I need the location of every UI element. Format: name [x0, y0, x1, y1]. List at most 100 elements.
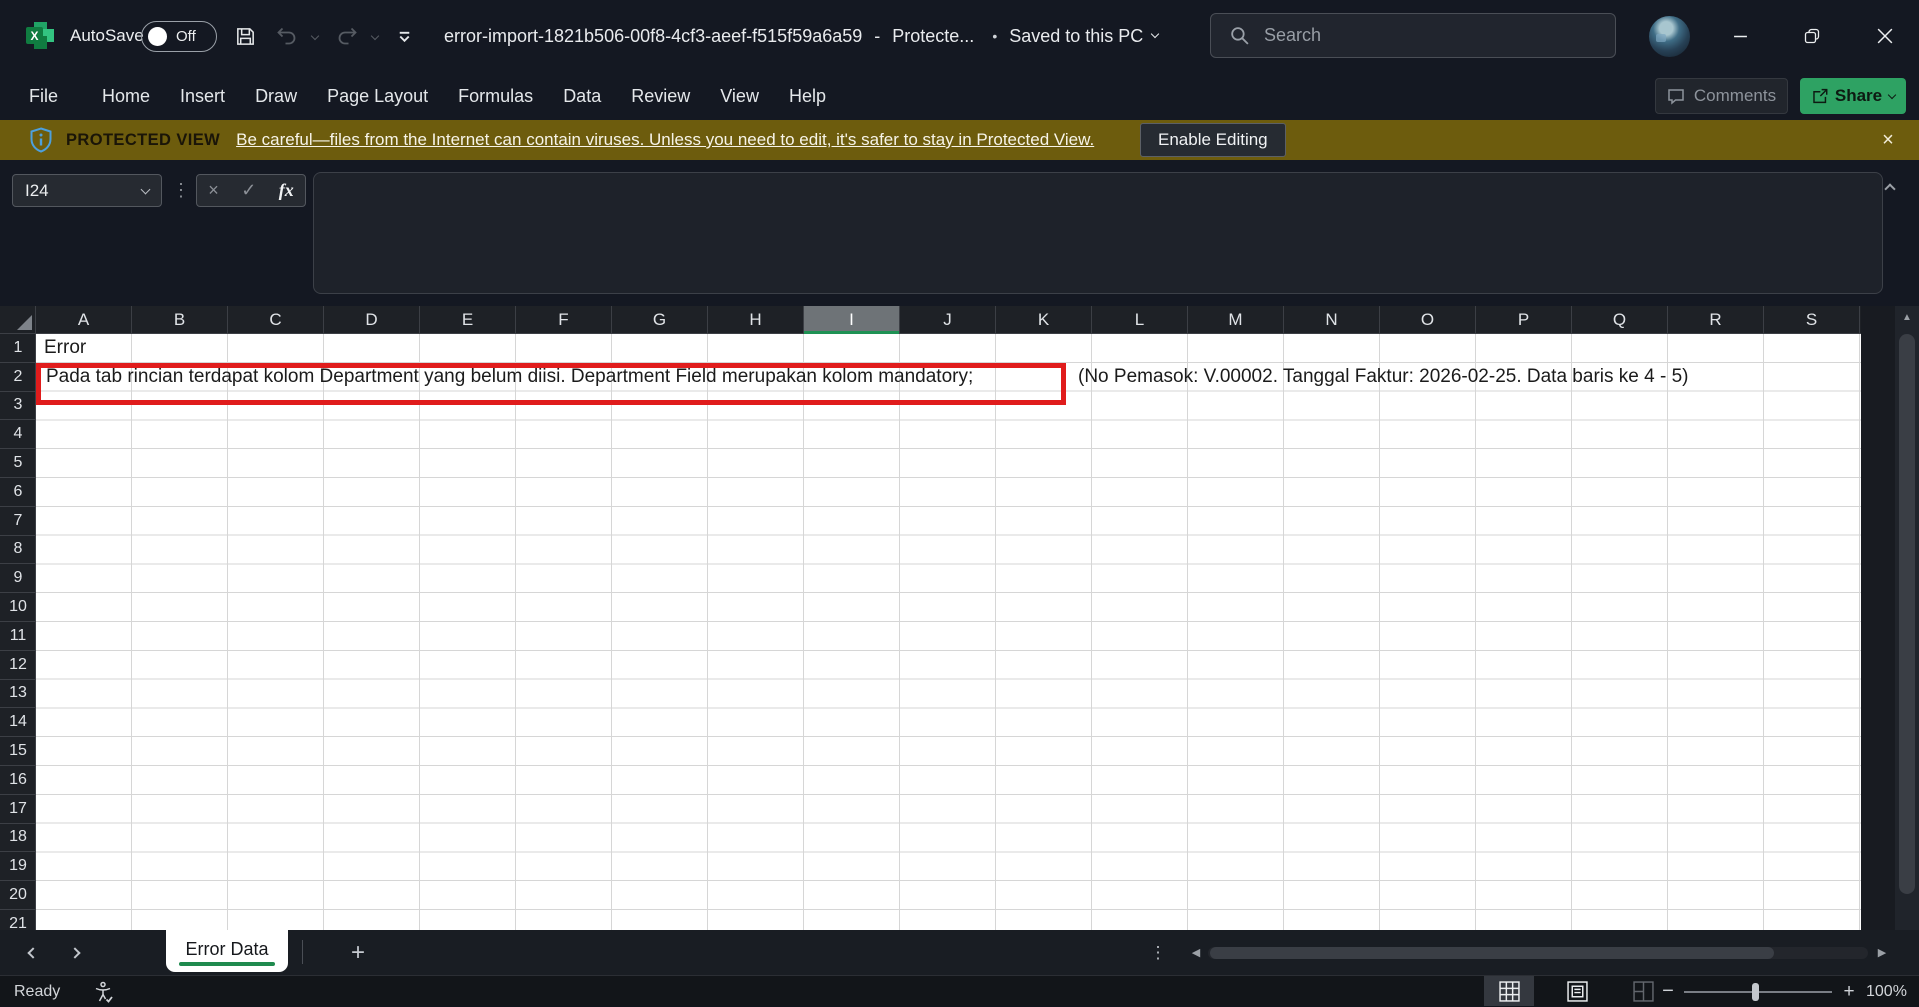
excel-logo-icon[interactable]: X — [26, 22, 54, 50]
normal-view-button[interactable] — [1484, 976, 1534, 1006]
row-header-2[interactable]: 2 — [0, 363, 36, 392]
zoom-level[interactable]: 100% — [1866, 976, 1907, 1007]
row-header-17[interactable]: 17 — [0, 795, 36, 824]
row-header-3[interactable]: 3 — [0, 392, 36, 421]
zoom-slider-thumb[interactable] — [1752, 983, 1759, 1001]
search-bar[interactable] — [1210, 13, 1616, 58]
redo-button[interactable] — [332, 0, 362, 72]
row-header-8[interactable]: 8 — [0, 536, 36, 565]
row-header-6[interactable]: 6 — [0, 478, 36, 507]
row-header-21[interactable]: 21 — [0, 910, 36, 930]
row-header-20[interactable]: 20 — [0, 881, 36, 910]
column-header-g[interactable]: G — [612, 306, 708, 334]
menu-tab-review[interactable]: Review — [631, 86, 690, 107]
row-header-19[interactable]: 19 — [0, 852, 36, 881]
menu-tab-page-layout[interactable]: Page Layout — [327, 86, 428, 107]
zoom-out-button[interactable]: − — [1655, 976, 1681, 1007]
enable-editing-button[interactable]: Enable Editing — [1140, 123, 1286, 157]
accessibility-checker-button[interactable] — [92, 976, 116, 1007]
cancel-entry-button[interactable]: × — [208, 180, 219, 201]
quick-access-toolbar-button[interactable] — [390, 0, 418, 72]
close-button[interactable] — [1862, 0, 1908, 72]
row-header-7[interactable]: 7 — [0, 507, 36, 536]
column-header-k[interactable]: K — [996, 306, 1092, 334]
column-header-q[interactable]: Q — [1572, 306, 1668, 334]
column-header-p[interactable]: P — [1476, 306, 1572, 334]
menu-tab-insert[interactable]: Insert — [180, 86, 225, 107]
row-header-13[interactable]: 13 — [0, 680, 36, 709]
tab-strip-options[interactable]: ⋮ — [1146, 930, 1170, 975]
scroll-right-arrow[interactable]: ▶ — [1872, 930, 1892, 975]
minimize-button[interactable] — [1717, 0, 1763, 72]
menu-tab-help[interactable]: Help — [789, 86, 826, 107]
row-header-18[interactable]: 18 — [0, 824, 36, 853]
insert-function-button[interactable]: fx — [279, 180, 294, 201]
scroll-up-arrow[interactable]: ▲ — [1895, 312, 1919, 323]
collapse-formula-bar-button[interactable] — [1886, 180, 1894, 198]
page-layout-view-button[interactable] — [1552, 976, 1602, 1006]
column-header-r[interactable]: R — [1668, 306, 1764, 334]
comments-button[interactable]: Comments — [1655, 78, 1788, 114]
next-sheet-button[interactable] — [60, 930, 90, 975]
saved-status-button[interactable]: Saved to this PC — [1009, 26, 1158, 47]
previous-sheet-button[interactable] — [18, 930, 48, 975]
row-header-15[interactable]: 15 — [0, 737, 36, 766]
vertical-scrollbar[interactable]: ▲ — [1895, 306, 1919, 930]
column-header-e[interactable]: E — [420, 306, 516, 334]
row-header-4[interactable]: 4 — [0, 420, 36, 449]
zoom-in-button[interactable]: + — [1836, 976, 1862, 1007]
menu-tab-draw[interactable]: Draw — [255, 86, 297, 107]
column-header-b[interactable]: B — [132, 306, 228, 334]
row-header-11[interactable]: 11 — [0, 622, 36, 651]
column-header-a[interactable]: A — [36, 306, 132, 334]
row-header-5[interactable]: 5 — [0, 449, 36, 478]
restore-button[interactable] — [1789, 0, 1835, 72]
horizontal-scrollbar[interactable] — [1208, 947, 1868, 959]
column-header-n[interactable]: N — [1284, 306, 1380, 334]
menu-tab-home[interactable]: Home — [102, 86, 150, 107]
formula-input[interactable] — [313, 172, 1883, 294]
redo-dropdown-chevron[interactable] — [366, 0, 384, 72]
column-header-o[interactable]: O — [1380, 306, 1476, 334]
vertical-scrollbar-thumb[interactable] — [1899, 334, 1915, 894]
scroll-left-arrow[interactable]: ◀ — [1186, 930, 1206, 975]
user-avatar[interactable] — [1649, 16, 1690, 57]
banner-close-button[interactable]: × — [1868, 120, 1908, 160]
row-header-1[interactable]: 1 — [0, 334, 36, 363]
row-header-16[interactable]: 16 — [0, 766, 36, 795]
add-sheet-button[interactable]: + — [338, 930, 378, 975]
menu-tab-formulas[interactable]: Formulas — [458, 86, 533, 107]
sheet-tab-error-data[interactable]: Error Data — [166, 930, 288, 972]
horizontal-scrollbar-thumb[interactable] — [1210, 947, 1774, 959]
column-header-h[interactable]: H — [708, 306, 804, 334]
spreadsheet-grid[interactable]: Error Pada tab rincian terdapat kolom De… — [36, 334, 1861, 930]
share-button[interactable]: Share — [1800, 78, 1906, 114]
column-header-c[interactable]: C — [228, 306, 324, 334]
undo-button[interactable] — [272, 0, 302, 72]
row-header-9[interactable]: 9 — [0, 564, 36, 593]
column-header-d[interactable]: D — [324, 306, 420, 334]
save-button[interactable] — [228, 0, 262, 72]
undo-dropdown-chevron[interactable] — [306, 0, 324, 72]
menu-tab-view[interactable]: View — [720, 86, 759, 107]
menu-tab-data[interactable]: Data — [563, 86, 601, 107]
column-header-l[interactable]: L — [1092, 306, 1188, 334]
column-header-i[interactable]: I — [804, 306, 900, 334]
formula-bar-drag-handle[interactable]: ⋮ — [172, 174, 190, 207]
column-header-f[interactable]: F — [516, 306, 612, 334]
row-header-14[interactable]: 14 — [0, 708, 36, 737]
confirm-entry-button[interactable]: ✓ — [241, 180, 256, 201]
menu-tab-file[interactable]: File — [29, 86, 58, 107]
protected-view-message-link[interactable]: Be careful—files from the Internet can c… — [236, 130, 1094, 150]
row-header-10[interactable]: 10 — [0, 593, 36, 622]
autosave-toggle[interactable]: Off — [141, 21, 217, 52]
name-box[interactable]: I24 — [12, 174, 162, 207]
column-header-m[interactable]: M — [1188, 306, 1284, 334]
column-header-s[interactable]: S — [1764, 306, 1860, 334]
row-header-12[interactable]: 12 — [0, 651, 36, 680]
save-icon — [234, 25, 257, 48]
zoom-slider[interactable] — [1684, 991, 1832, 993]
search-input[interactable] — [1264, 25, 1584, 46]
column-header-j[interactable]: J — [900, 306, 996, 334]
select-all-button[interactable] — [0, 306, 36, 334]
